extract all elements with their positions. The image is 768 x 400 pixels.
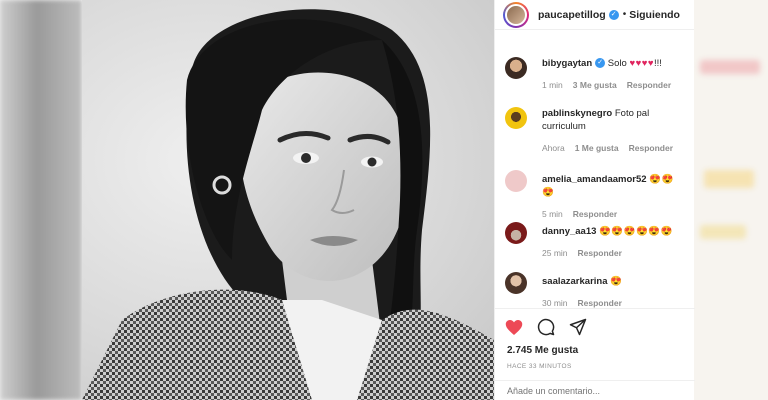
- verified-badge-icon: ✓: [608, 9, 619, 20]
- reply-button[interactable]: Responder: [627, 80, 671, 90]
- author-avatar[interactable]: [503, 1, 529, 28]
- blurred-background-left: [0, 0, 82, 400]
- verified-badge-icon: ✓: [595, 58, 606, 69]
- comment-time: 30 min: [542, 298, 568, 308]
- comment-item: bibygaytan ✓ Solo ♥♥♥♥!!! 1 min 3 Me gust…: [505, 57, 685, 90]
- separator-dot: •: [622, 9, 627, 20]
- comment-input[interactable]: [507, 386, 647, 396]
- post-header: paucapetillog ✓ • Siguiendo: [495, 0, 694, 30]
- comment-icon[interactable]: [537, 318, 555, 341]
- commenter-avatar[interactable]: [505, 222, 527, 244]
- share-icon[interactable]: [569, 318, 587, 341]
- post-photo: [82, 0, 494, 400]
- reply-button[interactable]: Responder: [578, 248, 622, 258]
- like-count[interactable]: 2.745 Me gusta: [507, 345, 578, 356]
- emoji-text: 😍: [610, 276, 623, 287]
- blurred-background-right: [694, 0, 768, 400]
- comment-likes[interactable]: 3 Me gusta: [573, 80, 617, 90]
- comment-item: amelia_amandaamor52 😍😍😍 5 min Responder: [505, 170, 685, 219]
- post-timestamp: HACE 33 MINUTOS: [507, 363, 572, 370]
- heart-emoji: ♥♥♥♥: [629, 58, 655, 69]
- commenter-username[interactable]: pablinskynegro: [542, 108, 612, 119]
- comment-time: Ahora: [542, 143, 565, 153]
- comment-item: saalazarkarina 😍 30 min Responder: [505, 272, 685, 308]
- comment-time: 25 min: [542, 248, 568, 258]
- commenter-avatar[interactable]: [505, 272, 527, 294]
- heart-icon[interactable]: [505, 319, 523, 341]
- post-side-panel: paucapetillog ✓ • Siguiendo bibygaytan ✓ …: [494, 0, 695, 400]
- reply-button[interactable]: Responder: [578, 298, 622, 308]
- action-bar: [505, 318, 587, 341]
- commenter-username[interactable]: bibygaytan: [542, 58, 592, 69]
- author-username[interactable]: paucapetillog: [538, 9, 606, 21]
- comment-text: Solo: [607, 58, 627, 69]
- comment-time: 5 min: [542, 209, 563, 219]
- comment-likes[interactable]: 1 Me gusta: [575, 143, 619, 153]
- following-button[interactable]: Siguiendo: [629, 9, 680, 21]
- commenter-avatar[interactable]: [505, 170, 527, 192]
- emoji-text: 😍😍😍😍😍😍: [599, 226, 674, 237]
- commenter-username[interactable]: amelia_amandaamor52: [542, 174, 647, 185]
- commenter-username[interactable]: danny_aa13: [542, 226, 596, 237]
- commenter-username[interactable]: saalazarkarina: [542, 276, 608, 287]
- comments-list: bibygaytan ✓ Solo ♥♥♥♥!!! 1 min 3 Me gust…: [495, 30, 694, 308]
- divider: [495, 308, 695, 309]
- comment-item: danny_aa13 😍😍😍😍😍😍 25 min Responder: [505, 222, 685, 258]
- add-comment-bar: [495, 380, 695, 400]
- comment-suffix: !!!: [654, 58, 662, 69]
- commenter-avatar[interactable]: [505, 107, 527, 129]
- commenter-avatar[interactable]: [505, 57, 527, 79]
- comment-item: pablinskynegro Foto pal curriculum Ahora…: [505, 107, 685, 153]
- reply-button[interactable]: Responder: [573, 209, 617, 219]
- reply-button[interactable]: Responder: [629, 143, 673, 153]
- comment-time: 1 min: [542, 80, 563, 90]
